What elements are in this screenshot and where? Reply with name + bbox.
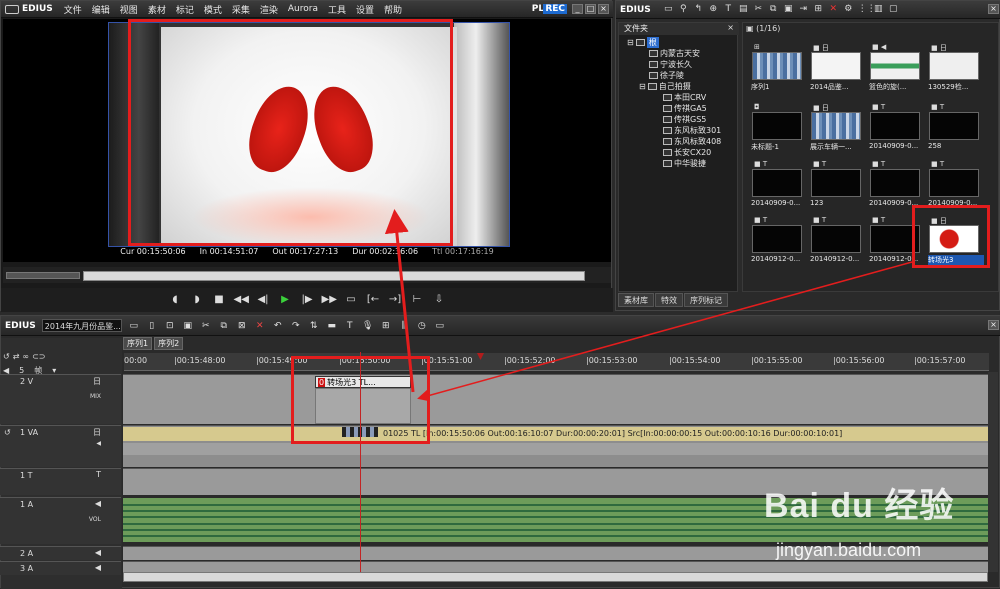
arrow-to-preview [384,209,415,393]
watermark-url: jingyan.baidu.com [776,540,922,560]
arrow-to-timeline [417,261,913,402]
baidu-watermark: Bai du 经验 jingyan.baidu.com [764,478,984,573]
watermark-logo: Bai du 经验 [764,487,955,525]
